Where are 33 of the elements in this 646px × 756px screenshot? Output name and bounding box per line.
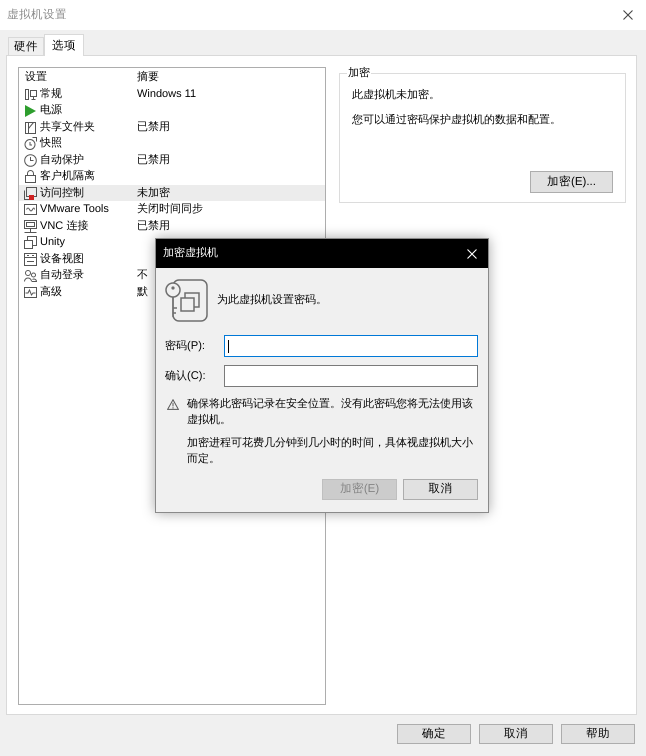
group-title: 加密 xyxy=(347,67,371,80)
field-label: 确认(C): xyxy=(165,368,207,384)
item-summary: 已禁用 xyxy=(137,153,170,168)
item-name: 常规 xyxy=(40,87,62,102)
item-summary: 关闭时间同步 xyxy=(137,202,203,217)
description-text: 您可以通过密码保护虚拟机的数据和配置。 xyxy=(352,113,562,127)
column-header: 摘要 xyxy=(137,70,159,85)
prompt-text: 为此虚拟机设置密码。 xyxy=(217,293,327,308)
item-name: VMware Tools xyxy=(40,202,109,217)
item-name: 共享文件夹 xyxy=(40,120,95,135)
item-summary: 默 xyxy=(137,285,148,300)
item-summary: 未加密 xyxy=(137,186,170,201)
item-name: 电源 xyxy=(40,103,62,118)
note-text: 加密进程可花费几分钟到几小时的时间，具体视虚拟机大小而定。 xyxy=(187,436,474,467)
item-summary: 不 xyxy=(137,268,148,283)
item-summary: 已禁用 xyxy=(137,120,170,135)
item-name: 客户机隔离 xyxy=(40,168,95,184)
window-title: 虚拟机设置 xyxy=(7,8,67,22)
status-text: 此虚拟机未加密。 xyxy=(352,88,441,102)
item-name: VNC 连接 xyxy=(40,218,88,234)
field-label: 密码(P): xyxy=(165,338,206,354)
warning-text: 确保将此密码记录在安全位置。没有此密码您将无法使用该虚拟机。 xyxy=(187,396,474,428)
column-header: 设置 xyxy=(25,70,48,85)
item-name: 自动保护 xyxy=(40,152,84,168)
item-name: 访问控制 xyxy=(40,186,84,201)
item-summary: Windows 11 xyxy=(137,87,196,102)
dialog-title: 加密虚拟机 xyxy=(163,246,218,261)
item-name: 快照 xyxy=(40,136,62,151)
item-summary: 已禁用 xyxy=(137,219,170,234)
item-name: Unity xyxy=(40,235,66,250)
item-name: 高级 xyxy=(40,284,62,300)
item-name: 设备视图 xyxy=(40,252,84,267)
item-name: 自动登录 xyxy=(40,268,84,283)
